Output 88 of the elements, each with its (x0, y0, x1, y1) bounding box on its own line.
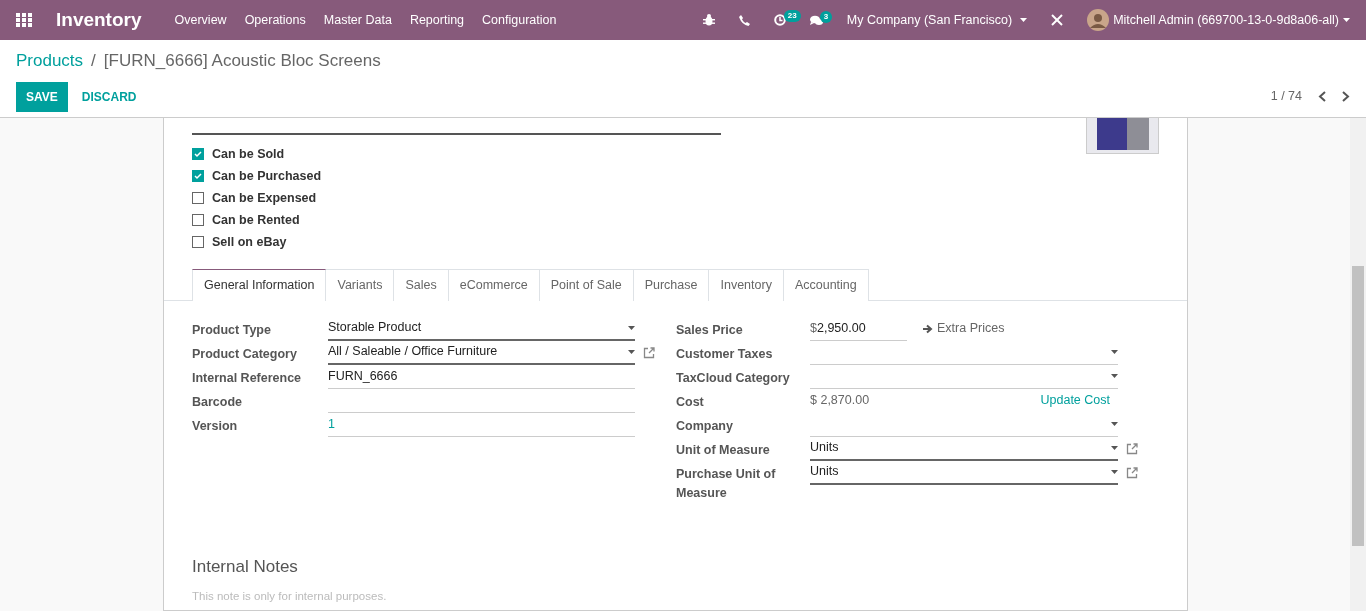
message-count-badge: 3 (819, 10, 833, 23)
bug-icon[interactable] (702, 14, 715, 26)
checkbox-label: Can be Expensed (212, 189, 317, 207)
discard-button[interactable]: DISCARD (71, 81, 147, 112)
checkbox[interactable] (192, 192, 204, 204)
field-label: Cost (676, 393, 705, 411)
field-label: Product Type (192, 321, 272, 339)
field-value: Storable Product (328, 319, 422, 337)
field-value: Units (810, 439, 839, 457)
breadcrumb-current: [FURN_6666] Acoustic Bloc Screens (103, 50, 381, 72)
menu-item[interactable]: Master Data (314, 10, 401, 30)
field-label: Unit of Measure (676, 441, 771, 459)
field-label: Purchase Unit of Measure (676, 465, 777, 502)
field-label: Barcode (192, 393, 244, 411)
checkbox[interactable] (192, 148, 204, 160)
select-field[interactable]: Units (810, 436, 1118, 461)
chat-icon[interactable] (809, 14, 823, 26)
tab[interactable]: Sales (394, 269, 449, 301)
field-value: 2,950.00 (816, 319, 866, 337)
input-field[interactable]: 1 (328, 412, 635, 437)
chevron-right-icon[interactable] (1342, 91, 1350, 102)
caret-icon[interactable] (1111, 374, 1118, 379)
select-field[interactable]: Units (810, 460, 1118, 485)
tab[interactable]: Purchase (633, 269, 710, 301)
activity-count-badge: 23 (783, 10, 801, 22)
field-label: Internal Reference (192, 369, 303, 387)
save-button[interactable]: SAVE (16, 81, 68, 112)
caret-icon[interactable] (1111, 422, 1118, 427)
field-label: Sales Price (676, 321, 744, 339)
caret-icon[interactable] (1343, 18, 1350, 22)
section-title: Internal Notes (192, 556, 299, 579)
tab[interactable]: General Information (192, 269, 327, 301)
menu-item[interactable]: Overview (165, 10, 236, 30)
apps-menu-icon[interactable] (16, 13, 32, 27)
external-link-icon[interactable] (1126, 442, 1138, 455)
field-label: Version (192, 417, 239, 435)
field-value: FURN_6666 (328, 367, 398, 385)
price-field[interactable]: $2,950.00 (810, 316, 907, 341)
tools-icon[interactable] (1051, 14, 1064, 26)
caret-icon[interactable] (1111, 445, 1118, 450)
field-label: Product Category (192, 345, 298, 363)
currency-symbol: $ (810, 319, 817, 337)
checkbox[interactable] (192, 214, 204, 226)
checkbox-label: Can be Purchased (212, 167, 322, 185)
field-value: Units (810, 463, 839, 481)
checkbox[interactable] (192, 170, 204, 182)
chevron-left-icon[interactable] (1318, 91, 1326, 102)
app-title: Inventory (56, 7, 142, 32)
breadcrumb-link[interactable]: Products (16, 48, 84, 74)
caret-icon[interactable] (628, 325, 635, 330)
checkbox[interactable] (192, 236, 204, 248)
tab[interactable]: eCommerce (448, 269, 540, 301)
caret-icon[interactable] (628, 349, 635, 354)
breadcrumb-separator: / (91, 50, 96, 72)
menu-item[interactable]: Configuration (473, 10, 566, 30)
input-field[interactable]: FURN_6666 (328, 364, 635, 389)
tab[interactable]: Inventory (709, 269, 784, 301)
user-menu[interactable]: Mitchell Admin (669700-13-0-9d8a06-all) (1113, 10, 1339, 30)
tab[interactable]: Point of Sale (539, 269, 634, 301)
caret-icon[interactable] (1111, 469, 1118, 474)
menu-item[interactable]: Reporting (400, 10, 474, 30)
external-link-icon[interactable] (1126, 466, 1138, 479)
update-cost-link[interactable]: Update Cost (1040, 391, 1118, 411)
select-field[interactable]: Storable Product (328, 316, 635, 341)
select-field[interactable]: All / Saleable / Office Furniture (328, 340, 635, 365)
pager-counter: 1 / 74 (1270, 88, 1302, 106)
arrow-right-icon[interactable] (923, 323, 933, 334)
checkbox-label: Can be Sold (212, 145, 285, 163)
phone-icon[interactable] (738, 14, 750, 26)
avatar-icon[interactable] (1087, 9, 1110, 31)
caret-icon[interactable] (1020, 18, 1028, 22)
field-label: TaxCloud Category (676, 369, 791, 387)
field-value: All / Saleable / Office Furniture (328, 343, 498, 361)
clock-icon[interactable] (773, 14, 786, 26)
field-value: 1 (328, 415, 335, 433)
tab[interactable]: Accounting (783, 269, 869, 301)
extra-prices-link[interactable]: Extra Prices (937, 319, 1005, 339)
external-link-icon[interactable] (643, 346, 655, 359)
field-value: $ 2,870.00 (810, 392, 870, 410)
caret-icon[interactable] (1111, 350, 1118, 355)
field-label: Customer Taxes (676, 345, 774, 363)
tab[interactable]: Variants (326, 269, 395, 301)
field-label: Company (676, 417, 734, 435)
checkbox-label: Can be Rented (212, 211, 300, 229)
scrollbar[interactable] (1350, 118, 1366, 611)
company-switcher[interactable]: My Company (San Francisco) (846, 10, 1013, 30)
menu-item[interactable]: Operations (235, 10, 315, 30)
checkbox-label: Sell on eBay (212, 233, 287, 251)
